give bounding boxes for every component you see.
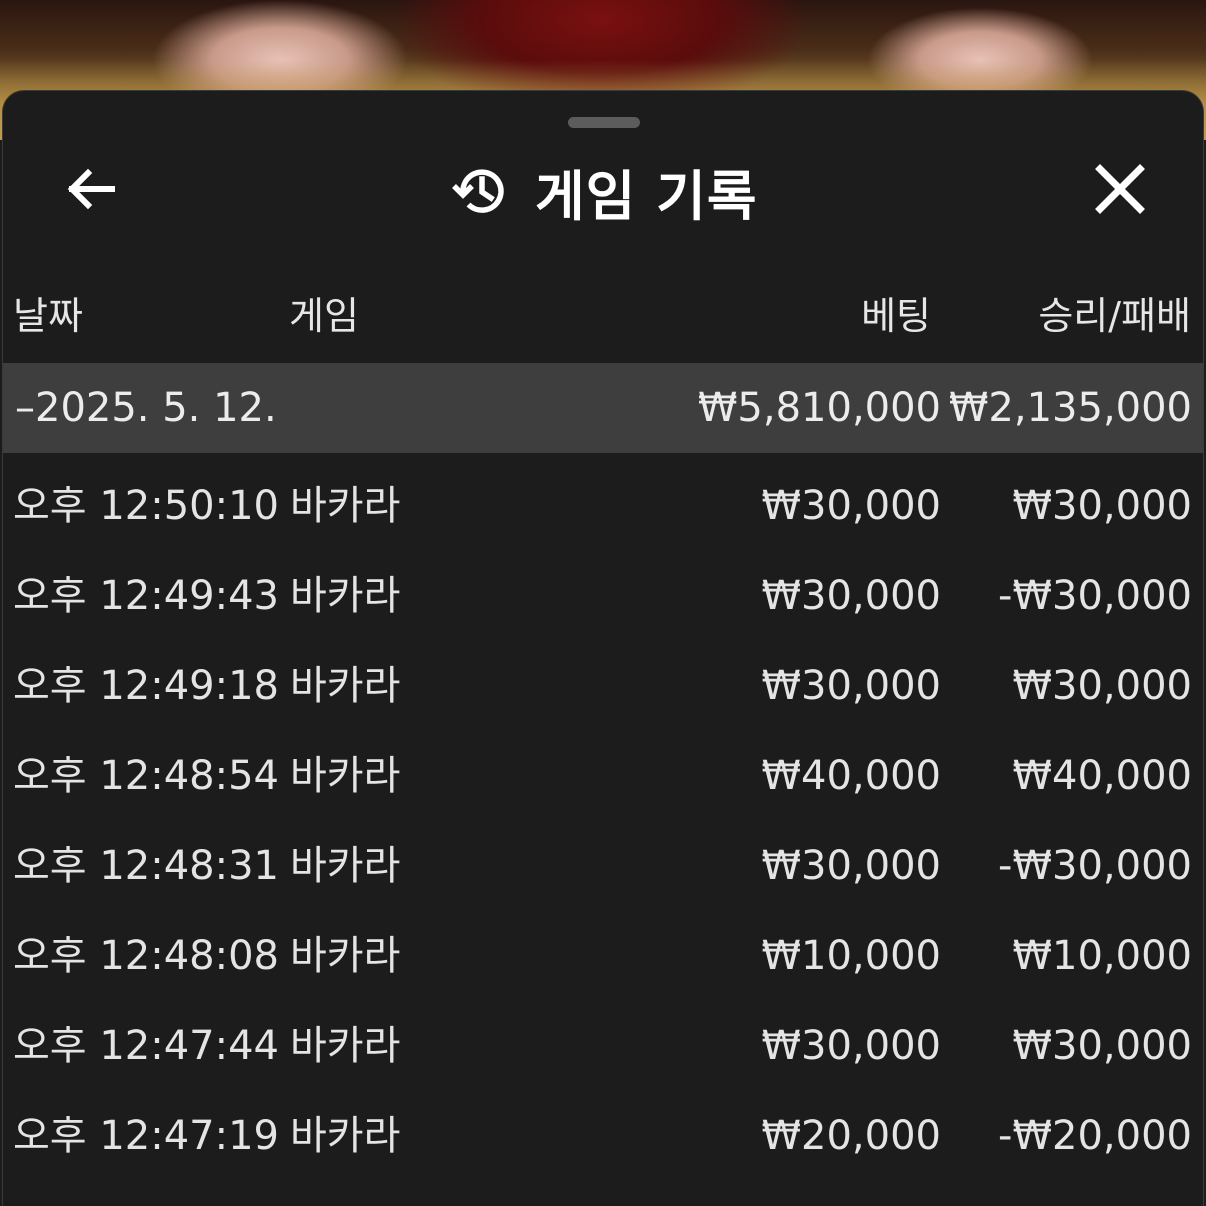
sheet-title-group: 게임 기록 [449, 159, 758, 228]
row-time: 오후 12:48:08 [13, 933, 279, 979]
arrow-left-icon [64, 167, 116, 215]
summary-bet-total: ₩5,810,000 [697, 385, 941, 431]
history-row[interactable]: 오후 12:48:54 바카라 ₩40,000 ₩40,000 [3, 731, 1203, 821]
sheet-drag-handle[interactable] [568, 117, 640, 128]
row-time: 오후 12:47:44 [13, 1023, 279, 1069]
column-header-date: 날짜 [13, 294, 83, 338]
row-game: 바카라 [290, 753, 401, 799]
history-icon [449, 160, 511, 222]
back-button[interactable] [55, 163, 125, 219]
row-win-loss: -₩20,000 [998, 1113, 1192, 1159]
summary-win-loss-total: ₩2,135,000 [948, 385, 1192, 431]
row-bet: ₩30,000 [761, 573, 941, 619]
row-time: 오후 12:47:19 [13, 1113, 279, 1159]
row-bet: ₩10,000 [761, 933, 941, 979]
date-summary-row[interactable]: –2025. 5. 12. ₩5,810,000 ₩2,135,000 [3, 363, 1203, 453]
screen: 게임 기록 날짜 게임 베팅 승리/패배 –2025. 5. 12. ₩5,81… [0, 0, 1206, 1206]
summary-date: –2025. 5. 12. [15, 385, 277, 431]
row-game: 바카라 [290, 1023, 401, 1069]
row-bet: ₩20,000 [761, 1113, 941, 1159]
history-row[interactable]: 오후 12:50:10 바카라 ₩30,000 ₩30,000 [3, 461, 1203, 551]
row-win-loss: ₩10,000 [1012, 933, 1192, 979]
close-icon [1094, 163, 1146, 219]
history-row[interactable]: 오후 12:48:08 바카라 ₩10,000 ₩10,000 [3, 911, 1203, 1001]
row-win-loss: ₩30,000 [1012, 483, 1192, 529]
history-row[interactable]: 오후 12:49:18 바카라 ₩30,000 ₩30,000 [3, 641, 1203, 731]
row-time: 오후 12:50:10 [13, 483, 279, 529]
history-row[interactable]: 오후 12:48:31 바카라 ₩30,000 -₩30,000 [3, 821, 1203, 911]
row-game: 바카라 [290, 1113, 401, 1159]
row-win-loss: ₩40,000 [1012, 753, 1192, 799]
history-list: 오후 12:50:10 바카라 ₩30,000 ₩30,000 오후 12:49… [3, 461, 1203, 1181]
row-game: 바카라 [290, 933, 401, 979]
row-win-loss: ₩30,000 [1012, 1023, 1192, 1069]
sheet-header: 게임 기록 [3, 151, 1203, 231]
row-game: 바카라 [290, 483, 401, 529]
row-bet: ₩40,000 [761, 753, 941, 799]
row-time: 오후 12:48:31 [13, 843, 279, 889]
row-win-loss: -₩30,000 [998, 843, 1192, 889]
row-bet: ₩30,000 [761, 483, 941, 529]
column-header-bet: 베팅 [861, 294, 931, 338]
game-history-sheet: 게임 기록 날짜 게임 베팅 승리/패배 –2025. 5. 12. ₩5,81… [2, 90, 1204, 1206]
column-header-game: 게임 [289, 294, 359, 338]
row-game: 바카라 [290, 573, 401, 619]
row-win-loss: ₩30,000 [1012, 663, 1192, 709]
history-row[interactable]: 오후 12:47:44 바카라 ₩30,000 ₩30,000 [3, 1001, 1203, 1091]
row-time: 오후 12:48:54 [13, 753, 279, 799]
row-bet: ₩30,000 [761, 1023, 941, 1069]
row-game: 바카라 [290, 843, 401, 889]
sheet-title: 게임 기록 [535, 164, 758, 228]
row-time: 오후 12:49:18 [13, 663, 279, 709]
column-header-win-loss: 승리/패배 [1038, 294, 1191, 338]
close-button[interactable] [1085, 161, 1155, 221]
row-bet: ₩30,000 [761, 663, 941, 709]
row-time: 오후 12:49:43 [13, 573, 279, 619]
history-row[interactable]: 오후 12:49:43 바카라 ₩30,000 -₩30,000 [3, 551, 1203, 641]
row-win-loss: -₩30,000 [998, 573, 1192, 619]
history-row[interactable]: 오후 12:47:19 바카라 ₩20,000 -₩20,000 [3, 1091, 1203, 1181]
row-game: 바카라 [290, 663, 401, 709]
row-bet: ₩30,000 [761, 843, 941, 889]
